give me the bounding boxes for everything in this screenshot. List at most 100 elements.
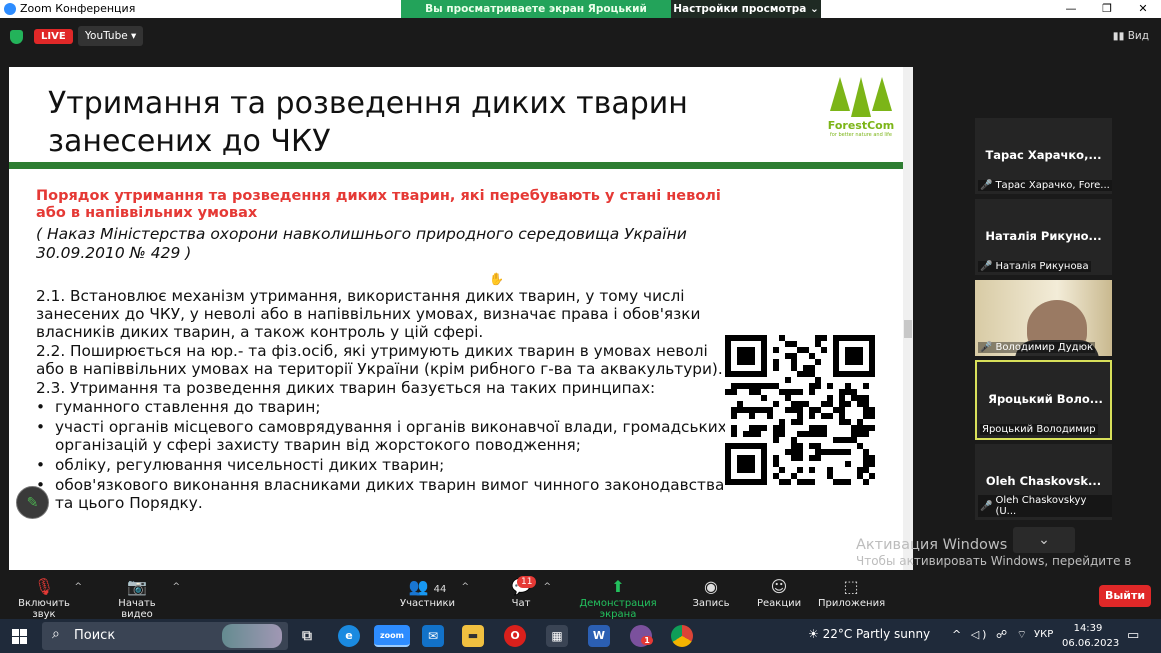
chat-unread-badge: 11 [517,576,537,588]
edge-icon[interactable]: e [338,625,360,647]
close-button[interactable]: ✕ [1125,0,1161,18]
participant-video-tile[interactable]: 🎤 Володимир Дудюк [975,280,1112,356]
viber-badge: 1 [641,636,653,645]
live-badge[interactable]: LIVE [34,29,73,44]
clock-date: 06.06.2023 [1062,638,1120,649]
task-view-icon[interactable]: ⧉ [296,625,318,647]
chat-button[interactable]: 💬 11 Чат ^ [505,576,551,609]
participants-icon: 👥 44 [408,577,447,596]
title-divider [9,162,903,169]
reactions-button[interactable]: ☺ Реакции [757,576,801,609]
youtube-dropdown[interactable]: YouTube ▾ [78,26,144,46]
clock-time: 14:39 [1073,623,1103,634]
participant-label: 🎤 Володимир Дудюк [978,342,1096,353]
app-title: Zoom Конференция [4,2,135,15]
video-off-icon: 📷 [127,577,147,596]
language-indicator[interactable]: УКР [1034,629,1053,640]
maximize-button[interactable]: ❐ [1089,0,1125,18]
file-explorer-icon[interactable]: ▬ [462,625,484,647]
participant-label-text: Наталія Рикунова [995,261,1089,272]
scroll-thumb[interactable] [904,320,912,338]
annotate-button[interactable]: ✎ [16,486,49,519]
apps-label: Приложения [818,598,886,609]
active-speaker-tile[interactable]: Яроцький Воло... Яроцький Володимир [975,360,1112,440]
trees-icon [821,77,901,117]
weather-text: 22°C Partly sunny [822,627,931,641]
windows-start-icon[interactable] [12,629,27,644]
notification-icon[interactable]: ▭ [1127,628,1139,643]
participant-label-text: Тарас Харачко, Fore... [995,180,1110,191]
leave-meeting-button[interactable]: Выйти [1099,585,1151,607]
slide-scrollbar[interactable] [903,67,913,570]
opera-icon[interactable]: O [504,625,526,647]
word-icon[interactable]: W [588,625,610,647]
audio-options-caret[interactable]: ^ [74,582,82,592]
muted-mic-icon: 🎤 [980,261,993,272]
meeting-toolbar: 🎙 Включить звук ^ 📷 Начать видео ^ 👥 44 … [0,572,1161,620]
calculator-icon[interactable]: ▦ [546,625,568,647]
unmute-button[interactable]: 🎙 Включить звук ^ [8,576,82,620]
chrome-icon[interactable] [671,625,693,647]
share-screen-label: Демонстрация экрана [579,598,657,620]
paragraph-2-1: 2.1. Встановлює механізм утримання, вико… [36,287,701,341]
muted-microphone-icon: 🎙 [33,577,55,596]
hand-cursor-icon: ✋ [489,272,504,286]
grid-icon: ▮▮ [1112,30,1128,42]
smiley-icon: ☺ [770,577,788,596]
search-highlight-image [222,624,282,648]
participant-label: 🎤 Тарас Харачко, Fore... [978,180,1112,191]
share-screen-icon: ⬆ [611,577,625,596]
windows-taskbar: ⌕ Поиск ⧉ e zoom ✉ ▬ O ▦ W 1 ☀ 22°C Part… [0,619,1161,653]
viewing-screen-label: Вы просматриваете экран Яроцький Володим… [401,0,671,33]
viber-icon[interactable]: 1 [630,625,653,647]
participant-tile[interactable]: Наталія Рикуно... 🎤 Наталія Рикунова [975,199,1112,275]
participants-options-caret[interactable]: ^ [461,582,469,592]
view-label: Вид [1127,30,1149,42]
apps-icon: ⬚ [843,577,859,596]
reactions-label: Реакции [757,598,802,609]
order-reference: ( Наказ Міністерства охорони навколишньо… [36,225,687,262]
pencil-icon: ✎ [26,494,39,511]
shared-slide: Утримання та розведення диких тварин зан… [9,67,903,570]
start-video-button[interactable]: 📷 Начать видео ^ [102,576,180,620]
list-item: обов'язкового виконання власниками диких… [36,476,736,512]
sun-icon: ☀ [808,627,823,641]
taskbar-search[interactable]: ⌕ Поиск [42,622,288,650]
paragraph-2-2: 2.2. Поширюється на юр.- та фіз.осіб, як… [36,342,723,378]
participant-name: Oleh Chaskovsk... [985,474,1102,488]
muted-mic-icon: 🎤 [980,180,993,191]
chat-options-caret[interactable]: ^ [543,582,551,592]
list-item: гуманного ставлення до тварин; [36,398,736,416]
video-options-caret[interactable]: ^ [172,582,180,592]
slide-body: 2.1. Встановлює механізм утримання, вико… [36,287,736,514]
weather-widget[interactable]: ☀ 22°C Partly sunny [808,627,930,641]
muted-mic-icon: 🎤 [980,500,993,512]
system-tray-icons[interactable]: ^ ◁) ☍ ⌔ [952,628,1030,642]
mail-icon[interactable]: ✉ [422,625,444,647]
share-banner: Вы просматриваете экран Яроцький Володим… [401,0,821,33]
record-label: Запись [692,598,730,609]
participants-label: Участники [400,598,456,609]
record-button[interactable]: ◉ Запись [692,576,730,609]
participant-label: Яроцький Володимир [980,424,1098,435]
participants-count: 44 [433,584,447,595]
participant-name: Наталія Рикуно... [985,229,1102,243]
list-item: участі органів місцевого самоврядування … [36,418,736,454]
view-settings-button[interactable]: Настройки просмотра ⌄ [671,0,821,18]
view-button[interactable]: ▮▮ Вид [1113,30,1149,42]
unmute-label: Включить звук [18,598,70,620]
participant-label: 🎤 Наталія Рикунова [978,261,1091,272]
security-shield-icon[interactable] [10,30,23,44]
window-title: Zoom Конференция [20,2,136,15]
taskbar-clock[interactable]: 14:39 06.06.2023 [1062,621,1120,651]
apps-button[interactable]: ⬚ Приложения [818,576,886,609]
participants-button[interactable]: 👥 44 Участники ^ [400,576,469,609]
participant-name: Тарас Харачко,... [985,148,1102,162]
share-screen-button[interactable]: ⬆ Демонстрация экрана [564,576,672,620]
minimize-button[interactable]: — [1053,0,1089,18]
zoom-logo-icon [4,2,16,15]
participant-tile[interactable]: Тарас Харачко,... 🎤 Тарас Харачко, Fore..… [975,118,1112,194]
participant-label: 🎤 Oleh Chaskovskyy (U... [978,495,1112,517]
participant-tile[interactable]: Oleh Chaskovsk... 🎤 Oleh Chaskovskyy (U..… [975,444,1112,520]
zoom-taskbar-icon[interactable]: zoom [374,625,410,647]
